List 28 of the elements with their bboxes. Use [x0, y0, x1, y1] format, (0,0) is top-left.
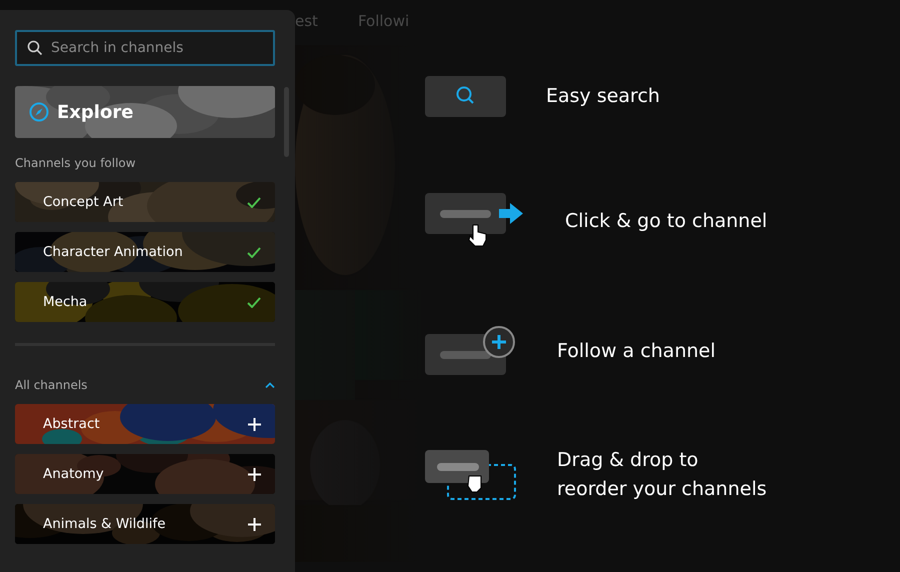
plus-icon[interactable]	[248, 468, 261, 480]
compass-icon	[29, 102, 49, 122]
channel-name: Anatomy	[43, 464, 104, 484]
section-heading: Channels you follow	[15, 155, 137, 172]
channel-item[interactable]: Abstract	[15, 404, 275, 444]
tip-text: Click & go to channel	[565, 208, 768, 234]
channel-item[interactable]: Animals & Wildlife	[15, 504, 275, 544]
channel-item[interactable]: Mecha	[15, 282, 275, 322]
section-heading: All channels	[15, 377, 88, 394]
channel-item[interactable]: Concept Art	[15, 182, 275, 222]
channel-item[interactable]: Anatomy	[15, 454, 275, 494]
channel-name: Character Animation	[43, 242, 183, 262]
channel-name: Concept Art	[43, 192, 124, 212]
search-field[interactable]: Search in channels	[15, 30, 275, 66]
channel-name: Abstract	[43, 414, 100, 434]
explore-card[interactable]: Explore	[15, 86, 275, 138]
scrollbar[interactable]	[284, 87, 289, 157]
channel-name: Animals & Wildlife	[43, 514, 166, 534]
explore-label: Explore	[57, 100, 134, 124]
tip-text: Follow a channel	[557, 338, 716, 364]
plus-icon[interactable]	[248, 518, 261, 530]
chevron-icon[interactable]	[265, 382, 275, 388]
channel-name: Mecha	[43, 292, 88, 312]
tip-text: Easy search	[546, 84, 660, 110]
search-icon	[27, 40, 43, 56]
plus-icon[interactable]	[248, 418, 261, 430]
channel-item[interactable]: Character Animation	[15, 232, 275, 272]
tip-text: Drag & drop to reorder your channels	[557, 448, 767, 502]
